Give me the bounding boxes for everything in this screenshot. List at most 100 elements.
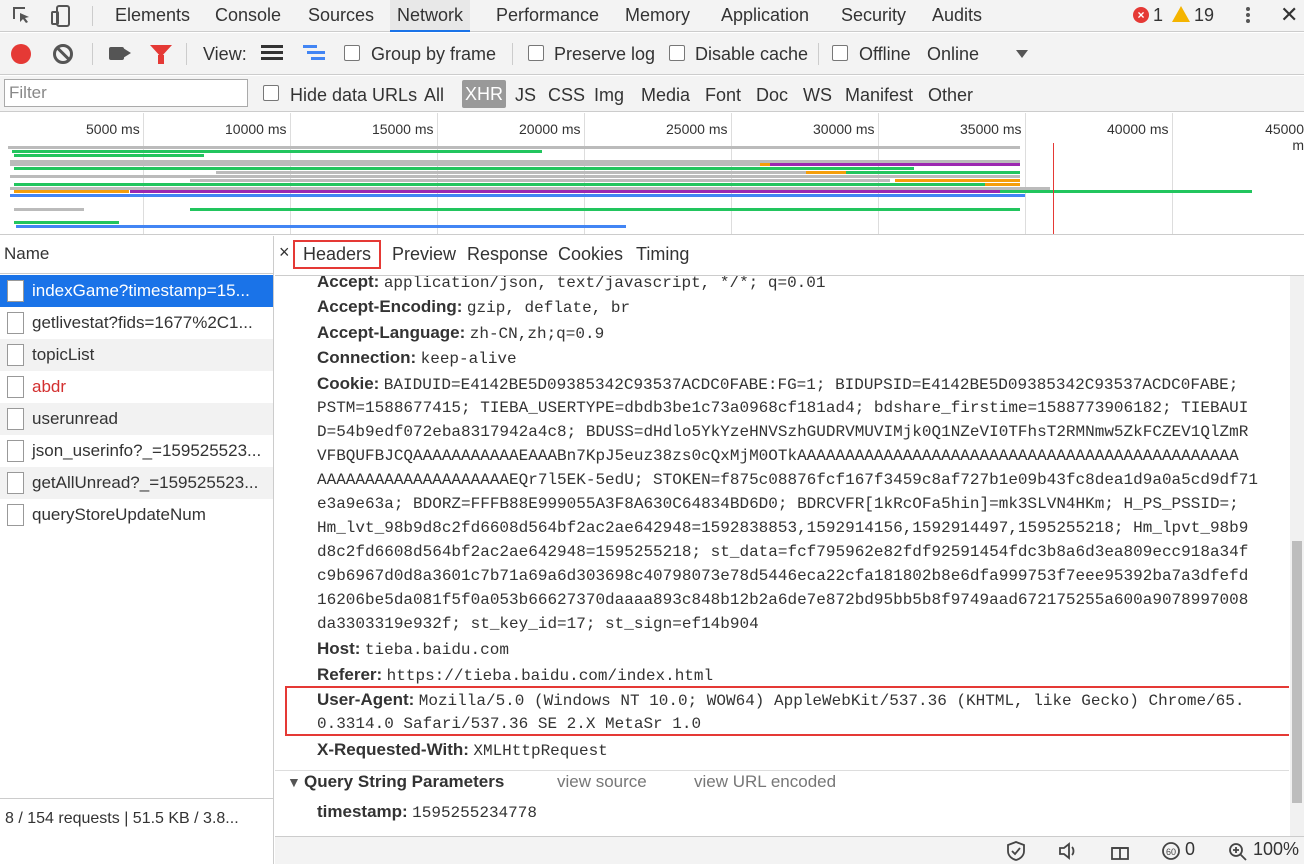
devtools-tab-bar: Elements Console Sources Network Perform…: [0, 0, 1304, 32]
request-row[interactable]: userunread: [0, 403, 273, 435]
clear-icon[interactable]: [53, 44, 73, 64]
disable-cache-checkbox[interactable]: [669, 45, 685, 61]
filter-input[interactable]: [4, 79, 248, 107]
scrollbar-thumb[interactable]: [1292, 541, 1302, 803]
filter-type-all[interactable]: All: [421, 76, 447, 112]
cookie-value-line: VFBQUFBJCQAAAAAAAAAAAEAAABn7KpJ5euz38zs0…: [317, 447, 1239, 465]
tab-preview[interactable]: Preview: [392, 244, 456, 265]
hide-data-urls-checkbox[interactable]: [263, 85, 279, 101]
throttle-select[interactable]: Online: [927, 33, 979, 75]
waterfall-view-icon[interactable]: [303, 45, 325, 63]
filter-type-font[interactable]: Font: [702, 76, 744, 112]
request-name: json_userinfo?_=159525523...: [32, 441, 262, 460]
request-row[interactable]: abdr: [0, 371, 273, 403]
filter-type-doc[interactable]: Doc: [753, 76, 791, 112]
query-string-section-title[interactable]: Query String Parameters: [304, 772, 504, 792]
request-name: abdr: [32, 377, 67, 396]
gift-box-icon[interactable]: [1109, 841, 1131, 861]
document-icon: [7, 376, 24, 398]
tab-memory[interactable]: Memory: [621, 0, 694, 32]
more-options-icon[interactable]: [1245, 5, 1251, 25]
tab-sources[interactable]: Sources: [304, 0, 378, 32]
document-icon: [7, 312, 24, 334]
filter-type-img[interactable]: Img: [591, 76, 627, 112]
filter-type-js[interactable]: JS: [512, 76, 539, 112]
tab-response[interactable]: Response: [467, 244, 548, 265]
large-rows-icon[interactable]: [261, 45, 283, 63]
offline-checkbox[interactable]: [832, 45, 848, 61]
header-host: Host: tieba.baidu.com: [317, 639, 509, 659]
timeline-tick-label: 5000 ms: [86, 121, 140, 137]
inspect-element-icon[interactable]: [10, 4, 34, 28]
tab-network[interactable]: Network: [390, 0, 471, 32]
timeline-tick-label: 10000 ms: [225, 121, 287, 137]
warning-count[interactable]: 19: [1194, 0, 1214, 32]
cookie-blocker-icon[interactable]: 60: [1160, 841, 1182, 861]
group-by-frame-checkbox[interactable]: [344, 45, 360, 61]
filter-type-xhr[interactable]: XHR: [462, 80, 507, 108]
timeline-tick-label: 15000 ms: [372, 121, 434, 137]
warning-icon[interactable]: [1172, 6, 1190, 22]
filter-type-ws[interactable]: WS: [800, 76, 835, 112]
request-name: userunread: [32, 409, 119, 428]
filter-type-media[interactable]: Media: [638, 76, 693, 112]
header-cookie: Cookie: BAIDUID=E4142BE5D09385342C93537A…: [317, 374, 1239, 394]
load-event-marker: [1053, 143, 1054, 234]
group-by-frame-label: Group by frame: [371, 44, 497, 64]
request-row[interactable]: json_userinfo?_=159525523...: [0, 435, 273, 467]
zoom-level[interactable]: 100%: [1253, 839, 1299, 860]
document-icon: [7, 440, 24, 462]
user-agent-highlight-box: [285, 686, 1289, 736]
tab-security[interactable]: Security: [837, 0, 910, 32]
tab-application[interactable]: Application: [717, 0, 813, 32]
chevron-down-icon[interactable]: [1016, 50, 1028, 58]
header-accept: Accept: application/json, text/javascrip…: [317, 276, 826, 292]
document-icon: [7, 504, 24, 526]
record-icon[interactable]: [11, 44, 31, 64]
tab-cookies[interactable]: Cookies: [558, 244, 623, 265]
timeline-tick-label: 30000 ms: [813, 121, 875, 137]
filter-type-manifest[interactable]: Manifest: [842, 76, 916, 112]
shield-check-icon[interactable]: [1005, 841, 1027, 861]
cookie-value-line: Hm_lvt_98b9d8c2fd6608d564bf2ac2ae642948=…: [317, 519, 1249, 537]
svg-text:60: 60: [1166, 847, 1176, 857]
timeline-tick-label: 20000 ms: [519, 121, 581, 137]
timeline-tick-label: 25000 ms: [666, 121, 728, 137]
tab-headers[interactable]: Headers: [293, 240, 382, 269]
request-headers-list: Accept: application/json, text/javascrip…: [275, 276, 1289, 836]
speaker-icon[interactable]: [1057, 841, 1079, 861]
timeline-tick-label: 40000 ms: [1107, 121, 1169, 137]
close-devtools-icon[interactable]: ✕: [1280, 0, 1298, 30]
tab-console[interactable]: Console: [211, 0, 285, 32]
preserve-log-checkbox[interactable]: [528, 45, 544, 61]
filter-type-other[interactable]: Other: [925, 76, 976, 112]
header-accept-language: Accept-Language: zh-CN,zh;q=0.9: [317, 323, 605, 343]
header-referer: Referer: https://tieba.baidu.com/index.h…: [317, 665, 714, 685]
view-source-link[interactable]: view source: [557, 772, 647, 792]
filter-funnel-icon[interactable]: [150, 45, 172, 64]
request-row[interactable]: getAllUnread?_=159525523...: [0, 467, 273, 499]
close-detail-icon[interactable]: ×: [279, 242, 290, 263]
screenshot-camera-icon[interactable]: [109, 47, 124, 60]
tab-audits[interactable]: Audits: [928, 0, 986, 32]
zoom-in-icon[interactable]: [1227, 841, 1249, 861]
request-row[interactable]: indexGame?timestamp=15...: [0, 275, 273, 307]
tab-timing[interactable]: Timing: [636, 244, 689, 265]
request-row[interactable]: queryStoreUpdateNum: [0, 499, 273, 531]
request-row[interactable]: getlivestat?fids=1677%2C1...: [0, 307, 273, 339]
name-column-header[interactable]: Name: [0, 236, 273, 274]
bottom-status-bar: 60 0 100%: [275, 836, 1304, 864]
view-url-encoded-link[interactable]: view URL encoded: [694, 772, 836, 792]
tab-performance[interactable]: Performance: [492, 0, 603, 32]
device-toolbar-icon[interactable]: [50, 4, 74, 28]
detail-scrollbar[interactable]: [1290, 276, 1304, 836]
error-icon[interactable]: ×: [1133, 7, 1149, 23]
filter-type-css[interactable]: CSS: [545, 76, 588, 112]
request-row[interactable]: topicList: [0, 339, 273, 371]
cookie-value-line: da3303319e932f; st_key_id=17; st_sign=ef…: [317, 615, 759, 633]
tab-elements[interactable]: Elements: [111, 0, 194, 32]
error-count[interactable]: 1: [1153, 0, 1163, 32]
network-overview-timeline[interactable]: 5000 ms 10000 ms 15000 ms 20000 ms 25000…: [0, 113, 1304, 235]
collapse-triangle-icon[interactable]: ▼: [287, 774, 301, 790]
cookie-value-line: AAAAAAAAAAAAAAAAAAAAEQr7l5EK-5edU; STOKE…: [317, 471, 1258, 489]
